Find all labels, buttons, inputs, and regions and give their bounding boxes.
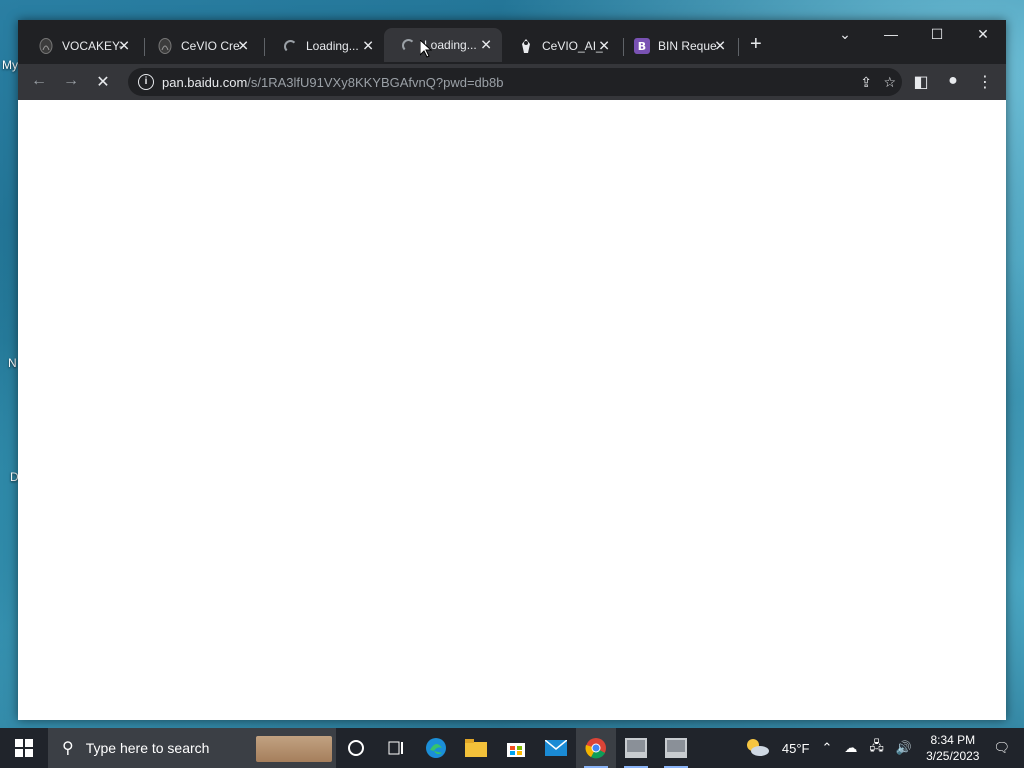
- clock-date: 3/25/2023: [926, 749, 980, 763]
- file-explorer-icon[interactable]: [456, 728, 496, 768]
- minimize-button[interactable]: —: [876, 26, 906, 42]
- app-icon-2[interactable]: [656, 728, 696, 768]
- search-highlight-illustration: [256, 736, 332, 762]
- clock-time: 8:34 PM: [930, 733, 976, 747]
- onedrive-icon[interactable]: ☁: [844, 740, 857, 756]
- svg-text:B: B: [638, 40, 646, 53]
- menu-kebab-icon[interactable]: ⋮: [974, 72, 996, 92]
- volume-icon[interactable]: 🔊: [896, 740, 912, 756]
- tab-loading-1[interactable]: Loading... ✕: [266, 34, 384, 58]
- bootstrap-icon: B: [634, 38, 650, 54]
- site-info-icon[interactable]: i: [138, 74, 154, 90]
- weather-icon[interactable]: [744, 737, 770, 760]
- close-icon[interactable]: ✕: [362, 38, 374, 55]
- close-icon[interactable]: ✕: [598, 38, 610, 55]
- loading-spinner-icon: [400, 37, 416, 53]
- cortana-icon[interactable]: [336, 728, 376, 768]
- desktop-label-my: My: [2, 58, 18, 72]
- stop-loading-button[interactable]: ✕: [92, 72, 114, 92]
- desktop-label-n: N: [8, 356, 17, 370]
- tab-separator: [264, 38, 265, 56]
- windows-icon: [15, 739, 33, 757]
- close-icon[interactable]: ✕: [714, 38, 726, 55]
- tab-bin-request[interactable]: B BIN Reque ✕: [618, 34, 736, 58]
- start-button[interactable]: [0, 728, 48, 768]
- side-panel-icon[interactable]: ◧: [910, 72, 932, 92]
- taskbar-search[interactable]: ⚲ Type here to search: [48, 728, 336, 768]
- network-icon[interactable]: 🖧: [869, 737, 884, 759]
- edge-icon[interactable]: [416, 728, 456, 768]
- search-icon: ⚲: [62, 740, 74, 757]
- profile-icon[interactable]: ●: [942, 72, 964, 90]
- tab-search-chevron-icon[interactable]: ⌄: [830, 26, 860, 43]
- loading-spinner-icon: [282, 38, 298, 54]
- tab-vocakey[interactable]: VOCAKEY- ✕: [22, 34, 140, 58]
- chrome-icon[interactable]: [576, 728, 616, 768]
- share-icon[interactable]: ⇪: [860, 74, 872, 91]
- app-icon-1[interactable]: [616, 728, 656, 768]
- store-icon[interactable]: [496, 728, 536, 768]
- close-icon[interactable]: ✕: [480, 37, 492, 54]
- close-icon[interactable]: ✕: [118, 38, 130, 55]
- task-view-icon[interactable]: [376, 728, 416, 768]
- address-bar[interactable]: i pan.baidu.com/s/1RA3lfU91VXy8KKYBGAfvn…: [128, 68, 902, 96]
- forward-button[interactable]: →: [60, 72, 82, 90]
- bookmark-star-icon[interactable]: ☆: [883, 74, 896, 91]
- url-path: /s/1RA3lfU91VXy8KKYBGAfvnQ?pwd=db8b: [247, 74, 504, 90]
- url-host: pan.baidu.com: [162, 74, 248, 90]
- clock[interactable]: 8:34 PM 3/25/2023: [926, 732, 979, 764]
- mail-icon[interactable]: [536, 728, 576, 768]
- taskbar: ⚲ Type here to search 45°F ⌃ ☁ 🖧 🔊 8:34 …: [0, 728, 1024, 768]
- tab-cevio-creator[interactable]: CeVIO Cre ✕: [141, 34, 259, 58]
- system-tray: 45°F ⌃ ☁ 🖧 🔊 8:34 PM 3/25/2023 🗨: [738, 728, 1024, 768]
- cevio-ai-icon: [518, 38, 534, 54]
- new-tab-button[interactable]: +: [750, 34, 762, 54]
- back-button[interactable]: ←: [28, 72, 50, 90]
- search-placeholder: Type here to search: [85, 740, 210, 756]
- browser-toolbar: ← → ✕ i pan.baidu.com/s/1RA3lfU91VXy8KKY…: [18, 64, 1006, 100]
- tab-loading-active[interactable]: Loading... ✕: [384, 28, 502, 62]
- tab-cevio-ai[interactable]: CeVIO_AI_ ✕: [502, 34, 620, 58]
- close-icon[interactable]: ✕: [237, 38, 249, 55]
- vocakey-icon: [38, 38, 54, 54]
- notifications-icon[interactable]: 🗨: [993, 740, 1010, 756]
- cevio-icon: [157, 38, 173, 54]
- tab-separator: [738, 38, 739, 56]
- show-hidden-icons-chevron-icon[interactable]: ⌃: [822, 740, 833, 756]
- close-window-button[interactable]: ✕: [968, 26, 998, 43]
- page-viewport[interactable]: [18, 100, 1006, 720]
- maximize-button[interactable]: ☐: [922, 26, 952, 43]
- weather-temperature[interactable]: 45°F: [782, 741, 810, 756]
- browser-window: VOCAKEY- ✕ CeVIO Cre ✕ Loading... ✕ Load…: [18, 20, 1006, 720]
- tab-strip: VOCAKEY- ✕ CeVIO Cre ✕ Loading... ✕ Load…: [18, 20, 1006, 68]
